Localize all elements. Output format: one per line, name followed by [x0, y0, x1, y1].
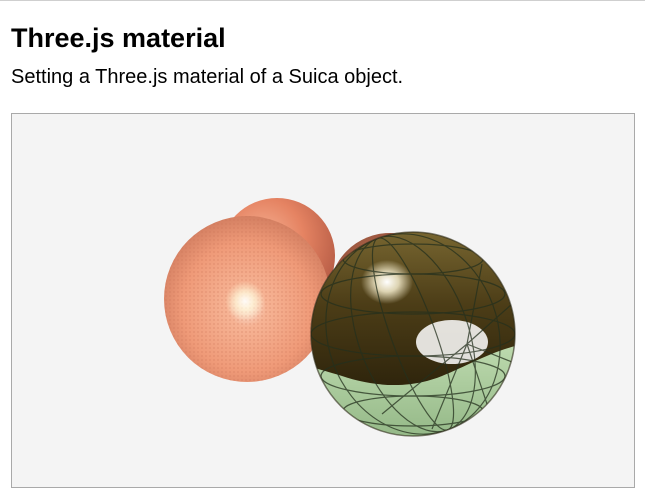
- front-orange-sphere: [164, 216, 330, 382]
- page-subtitle: Setting a Three.js material of a Suica o…: [11, 66, 404, 88]
- top-divider: [0, 0, 645, 1]
- scene-render: [164, 198, 516, 437]
- page-title: Three.js material: [11, 23, 226, 53]
- scene-canvas[interactable]: [11, 113, 635, 488]
